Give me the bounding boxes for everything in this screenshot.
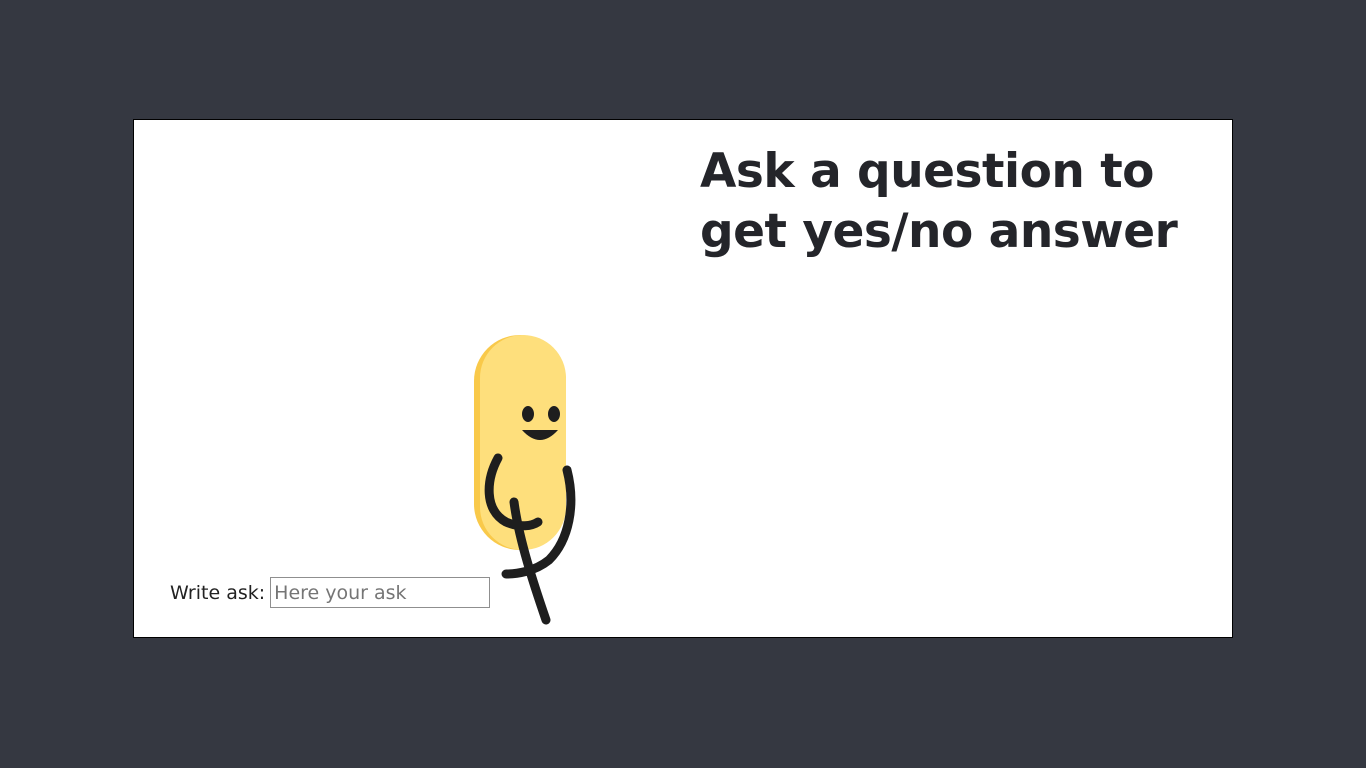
- ask-label: Write ask:: [170, 581, 266, 604]
- main-card: Ask a question to get yes/no answer Writ…: [133, 119, 1233, 638]
- mascot-right-eye: [548, 406, 560, 422]
- ask-form: Write ask:: [170, 577, 491, 608]
- page-title: Ask a question to get yes/no answer: [700, 144, 1178, 259]
- ask-input[interactable]: [270, 577, 491, 608]
- mascot-left-eye: [522, 406, 534, 422]
- mascot-body: [480, 335, 566, 550]
